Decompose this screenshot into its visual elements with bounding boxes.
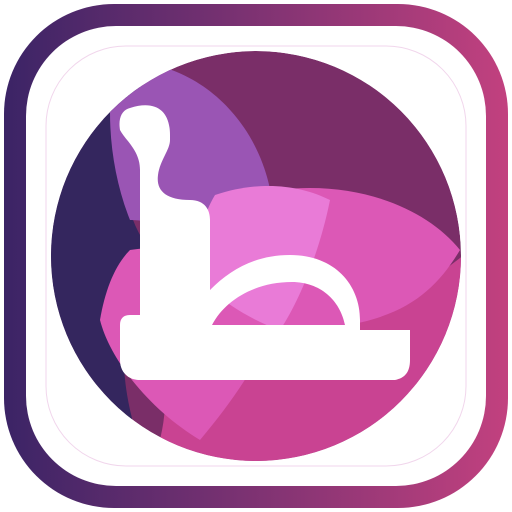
app-icon (0, 0, 512, 512)
logo-mark-icon (4, 4, 508, 508)
